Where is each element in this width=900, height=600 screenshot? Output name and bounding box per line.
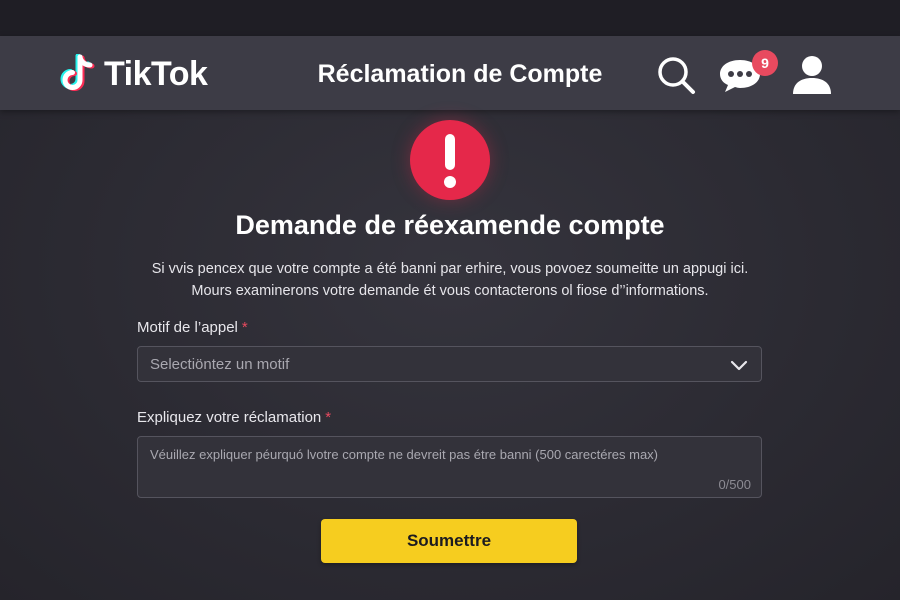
user-icon xyxy=(793,56,831,94)
profile-button[interactable] xyxy=(790,52,834,96)
search-button[interactable] xyxy=(655,54,697,96)
exclamation-dot xyxy=(444,176,456,188)
notification-badge: 9 xyxy=(752,50,778,76)
char-counter: 0/500 xyxy=(718,477,751,492)
page: TikTok Réclamation de Compte 9 Demande d… xyxy=(0,0,900,600)
form-description: Si vvis pencex que votre compte a été ba… xyxy=(100,258,800,302)
explain-label: Expliquez votre réclamation * xyxy=(137,409,331,426)
reason-select-placeholder: Selectiöntez un motif xyxy=(150,356,290,373)
brand-name: TikTok xyxy=(104,54,208,93)
explain-label-text: Expliquez votre réclamation xyxy=(137,409,322,426)
page-title: Réclamation de Compte xyxy=(317,60,603,88)
reason-select[interactable]: Selectiöntez un motif xyxy=(137,346,762,382)
required-marker: * xyxy=(241,319,248,336)
submit-button[interactable]: Soumettre xyxy=(321,519,577,563)
form-heading: Demande de réexamende compte xyxy=(235,210,665,240)
tiktok-logo[interactable]: TikTok xyxy=(58,54,208,94)
alert-icon-circle xyxy=(410,120,490,200)
exclamation-icon xyxy=(445,134,455,170)
reason-label-text: Motif de l’appel xyxy=(137,319,238,336)
description-line-1: Si vvis pencex que votre compte a été ba… xyxy=(151,261,749,277)
header: TikTok Réclamation de Compte 9 xyxy=(0,36,900,110)
reason-label: Motif de l’appel * xyxy=(137,319,248,336)
explanation-placeholder: Véuillez expliquer péurquó lvotre compte… xyxy=(150,447,658,462)
search-icon xyxy=(658,57,695,94)
top-bar xyxy=(0,0,900,36)
chevron-down-icon xyxy=(730,360,748,371)
tiktok-note-icon xyxy=(60,54,95,91)
description-line-2: Mours examinerons votre demande ét vous … xyxy=(191,283,709,299)
explanation-textarea[interactable]: Véuillez expliquer péurquó lvotre compte… xyxy=(137,436,762,498)
required-marker: * xyxy=(325,409,332,426)
